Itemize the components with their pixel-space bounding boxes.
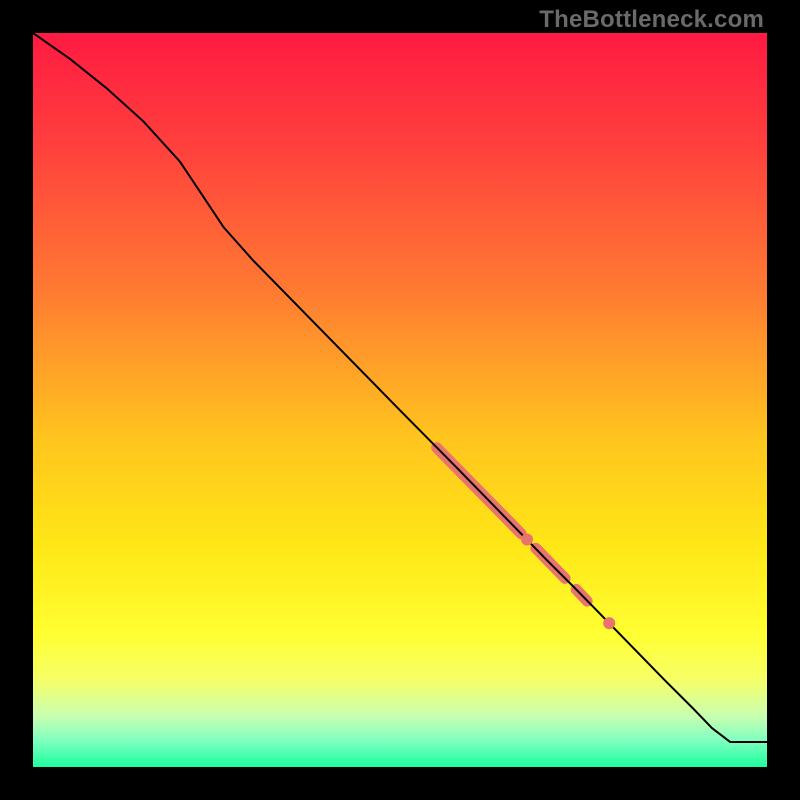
watermark-text: TheBottleneck.com <box>539 6 764 34</box>
gradient-background <box>33 33 767 767</box>
dot-1-marker <box>521 533 533 545</box>
chart-svg <box>33 33 767 767</box>
frame: TheBottleneck.com <box>0 0 800 800</box>
plot-area <box>33 33 767 767</box>
dot-2-marker <box>603 617 615 629</box>
